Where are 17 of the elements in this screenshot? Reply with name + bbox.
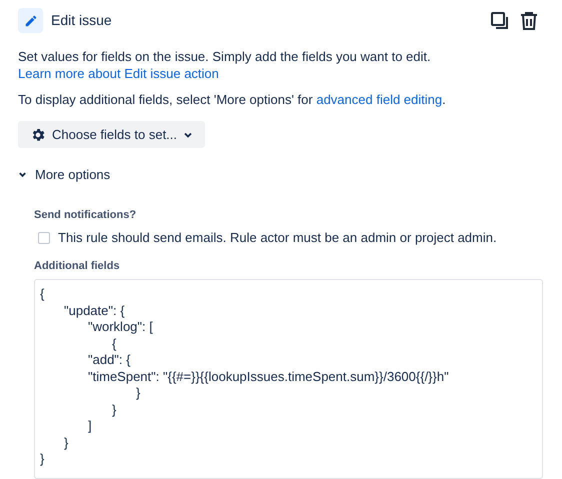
action-title: Edit issue	[51, 11, 112, 30]
checkbox[interactable]	[38, 232, 50, 244]
advanced-field-editing-link[interactable]: advanced field editing	[316, 92, 442, 107]
field-label: Send notifications?	[34, 208, 138, 222]
more-options-toggle[interactable]: More options	[18, 165, 110, 184]
choose-fields-button[interactable]: Choose fields to set...	[18, 121, 206, 148]
copy-icon[interactable]	[490, 10, 510, 30]
checkbox-label: This rule should send emails. Rule actor must be an admin or project admin.	[58, 229, 497, 247]
chevron-down-icon	[18, 170, 27, 180]
gear-icon	[30, 126, 46, 142]
learn-more-link[interactable]: Learn more about Edit issue action	[18, 66, 219, 81]
json-input-field[interactable]: { "update": { "worklog": [ { "add": { "timeSpent": "{{#=}}{{lookupIssues.timeSpent.sum}}/3600{{/}}h" } } ] } }	[34, 279, 543, 479]
description-text: Set values for fields on the issue. Simply add the fields you want to edit. Learn more about Edit issue action	[18, 48, 432, 82]
pencil-icon	[24, 14, 38, 28]
trash-icon[interactable]	[520, 10, 538, 30]
field-label: Additional fields	[34, 258, 121, 274]
advanced-note-text: To display additional fields, select 'More options' for advanced field editing.	[18, 91, 447, 108]
